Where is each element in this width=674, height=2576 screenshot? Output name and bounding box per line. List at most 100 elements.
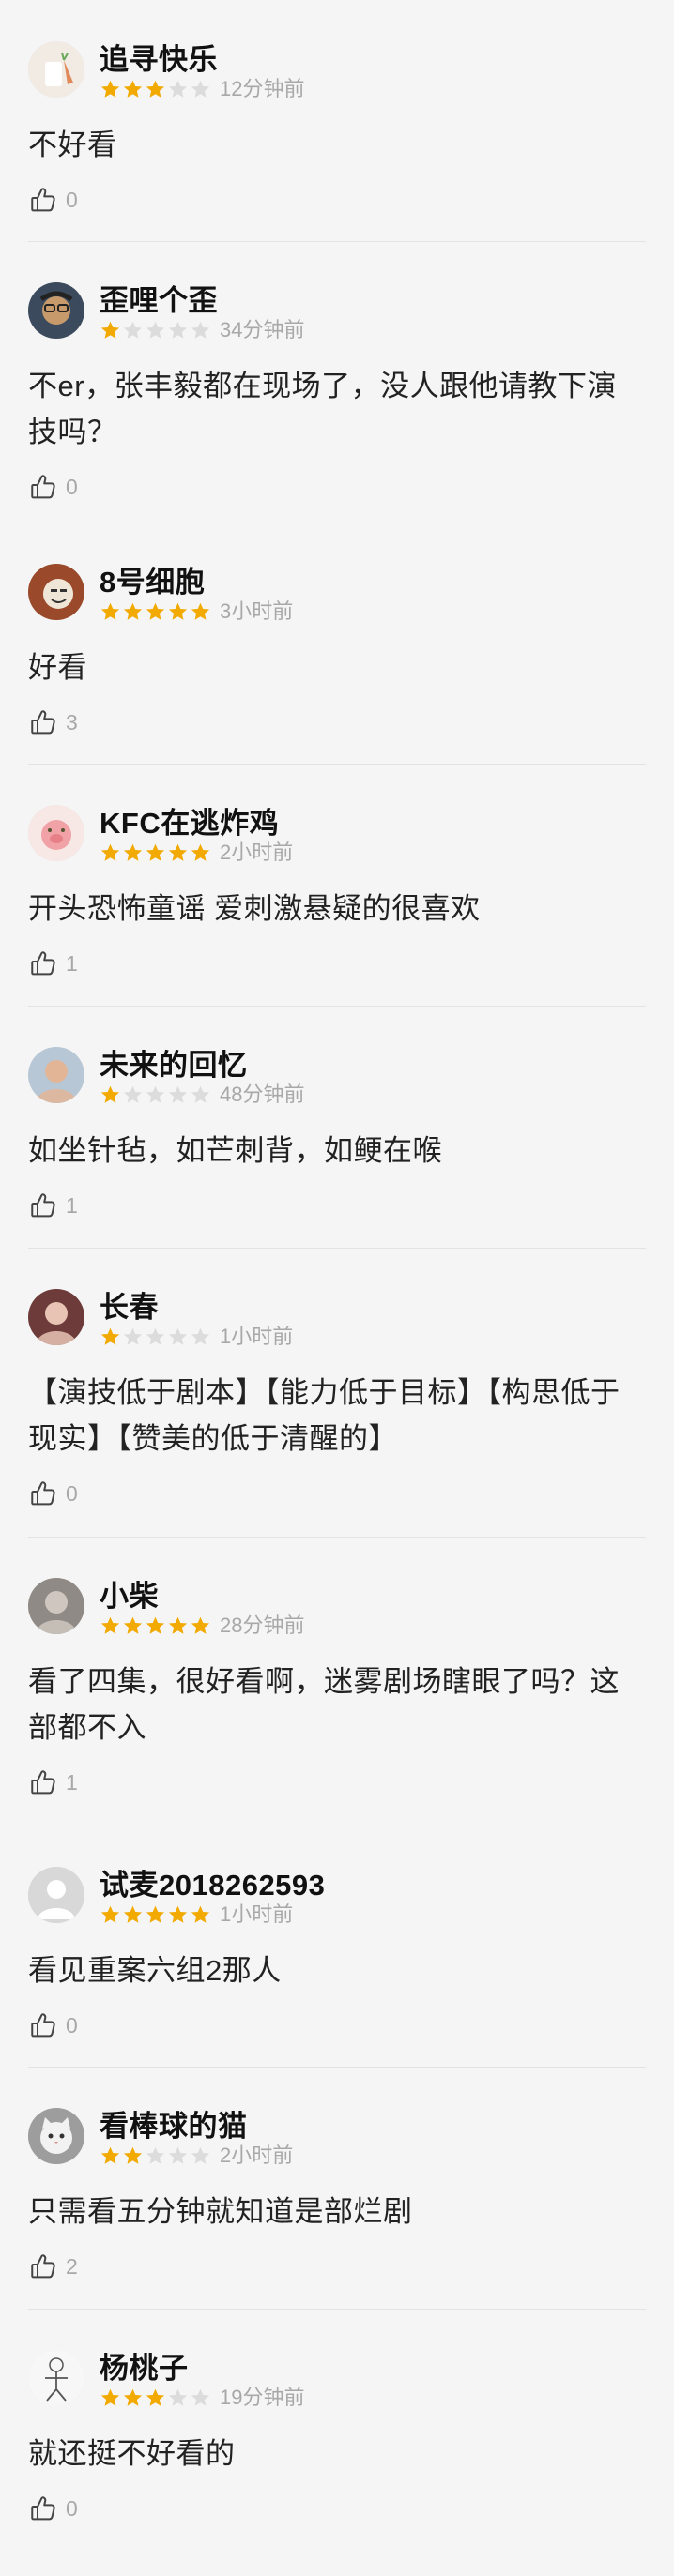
sketch-figure-avatar (28, 2350, 84, 2406)
comment-item: 歪哩个歪 34分钟前 不er，张丰毅都在现场了，没人跟他请教下演技吗？ 0 (0, 241, 674, 523)
comment-text: 如坐针毡，如芒刺背，如鲠在喉 (28, 1134, 442, 1167)
rating-row: 3小时前 (100, 599, 293, 624)
comment-header: 8号细胞 3小时前 (28, 564, 646, 633)
star-filled-icon (100, 843, 120, 861)
star-empty-icon (168, 2146, 188, 2164)
like-button[interactable]: 0 (28, 468, 646, 506)
like-button[interactable]: 2 (28, 2248, 646, 2285)
star-filled-icon (191, 1616, 210, 1634)
username[interactable]: 试麦2018262593 (100, 1869, 325, 1902)
like-button[interactable]: 1 (28, 1187, 646, 1224)
avatar[interactable] (28, 2108, 84, 2164)
username[interactable]: 看棒球的猫 (100, 2110, 293, 2144)
comment-item: 未来的回忆 48分钟前 如坐针毡，如芒刺背，如鲠在喉 1 (0, 1006, 674, 1248)
star-filled-icon (100, 321, 120, 339)
like-button[interactable]: 0 (28, 2490, 646, 2527)
star-filled-icon (146, 602, 165, 620)
comment-meta: 看棒球的猫 2小时前 (100, 2108, 293, 2168)
star-filled-icon (100, 1616, 120, 1634)
avatar[interactable] (28, 282, 84, 339)
star-rating (100, 1084, 212, 1106)
comment-meta: 歪哩个歪 34分钟前 (100, 282, 304, 342)
username[interactable]: 长春 (100, 1291, 293, 1325)
star-empty-icon (123, 1327, 143, 1345)
thumbs-up-icon[interactable] (28, 948, 58, 978)
comment-meta: KFC在逃炸鸡 2小时前 (100, 805, 293, 865)
star-rating (100, 320, 212, 341)
like-button[interactable]: 1 (28, 1764, 646, 1801)
star-filled-icon (168, 1616, 188, 1634)
comment-item: 小柴 28分钟前 看了四集，很好看啊，迷雾剧场瞎眼了吗？这部都不入 1 (0, 1537, 674, 1826)
username[interactable]: 追寻快乐 (100, 43, 304, 77)
comment-header: 长春 1小时前 (28, 1289, 646, 1358)
username[interactable]: KFC在逃炸鸡 (100, 807, 293, 841)
like-button[interactable]: 0 (28, 1475, 646, 1512)
star-filled-icon (100, 1905, 120, 1923)
comment-meta: 未来的回忆 48分钟前 (100, 1047, 304, 1107)
like-count: 0 (66, 475, 78, 499)
star-filled-icon (123, 1616, 143, 1634)
thumbs-up-icon[interactable] (28, 472, 58, 502)
avatar[interactable] (28, 2350, 84, 2406)
comment-header: 试麦2018262593 1小时前 (28, 1867, 646, 1936)
rating-row: 2小时前 (100, 841, 293, 865)
star-filled-icon (100, 2146, 120, 2164)
star-filled-icon (100, 80, 120, 98)
star-filled-icon (100, 1085, 120, 1103)
comment-time: 28分钟前 (220, 1614, 305, 1637)
star-filled-icon (123, 602, 143, 620)
star-filled-icon (123, 843, 143, 861)
star-empty-icon (168, 80, 188, 98)
star-empty-icon (191, 2146, 210, 2164)
girl-portrait-avatar (28, 1289, 84, 1345)
star-empty-icon (146, 1327, 165, 1345)
comment-text: 就还挺不好看的 (28, 2437, 236, 2470)
avatar[interactable] (28, 1578, 84, 1634)
thumbs-up-icon[interactable] (28, 707, 58, 737)
avatar[interactable] (28, 1289, 84, 1345)
like-button[interactable]: 3 (28, 704, 646, 741)
star-empty-icon (191, 1085, 210, 1103)
room-photo-avatar (28, 1578, 84, 1634)
thumbs-up-icon[interactable] (28, 2493, 58, 2523)
rating-row: 1小时前 (100, 1325, 293, 1349)
avatar[interactable] (28, 41, 84, 98)
star-empty-icon (123, 1085, 143, 1103)
thumbs-up-icon[interactable] (28, 1190, 58, 1220)
avatar[interactable] (28, 564, 84, 620)
thumbs-up-icon[interactable] (28, 185, 58, 215)
thumbs-up-icon[interactable] (28, 1478, 58, 1508)
thumbs-up-icon[interactable] (28, 1767, 58, 1797)
like-button[interactable]: 1 (28, 945, 646, 982)
avatar[interactable] (28, 805, 84, 861)
username[interactable]: 8号细胞 (100, 566, 293, 599)
comment-item: 试麦2018262593 1小时前 看见重案六组2那人 0 (0, 1826, 674, 2067)
comment-time: 19分钟前 (220, 2386, 305, 2409)
avatar[interactable] (28, 1867, 84, 1923)
comment-header: 未来的回忆 48分钟前 (28, 1047, 646, 1116)
like-button[interactable]: 0 (28, 181, 646, 219)
comment-text: 只需看五分钟就知道是部烂剧 (28, 2195, 413, 2228)
like-button[interactable]: 0 (28, 2007, 646, 2044)
comment-header: 追寻快乐 12分钟前 (28, 41, 646, 111)
star-filled-icon (191, 602, 210, 620)
thumbs-up-icon[interactable] (28, 2010, 58, 2040)
thumbs-up-icon[interactable] (28, 2251, 58, 2281)
rating-row: 19分钟前 (100, 2386, 304, 2410)
username[interactable]: 小柴 (100, 1580, 304, 1614)
comment-meta: 小柴 28分钟前 (100, 1578, 304, 1638)
comment-header: 看棒球的猫 2小时前 (28, 2108, 646, 2177)
star-filled-icon (168, 1905, 188, 1923)
comment-text: 不er，张丰毅都在现场了，没人跟他请教下演技吗？ (28, 370, 618, 448)
comment-time: 2小时前 (220, 2144, 294, 2167)
username[interactable]: 歪哩个歪 (100, 284, 304, 318)
avatar[interactable] (28, 1047, 84, 1103)
star-rating (100, 601, 212, 623)
carrot-drink-avatar (28, 41, 84, 98)
star-filled-icon (191, 1905, 210, 1923)
star-filled-icon (146, 2388, 165, 2406)
username[interactable]: 杨桃子 (100, 2352, 304, 2386)
star-empty-icon (146, 2146, 165, 2164)
star-empty-icon (146, 1085, 165, 1103)
username[interactable]: 未来的回忆 (100, 1049, 304, 1083)
